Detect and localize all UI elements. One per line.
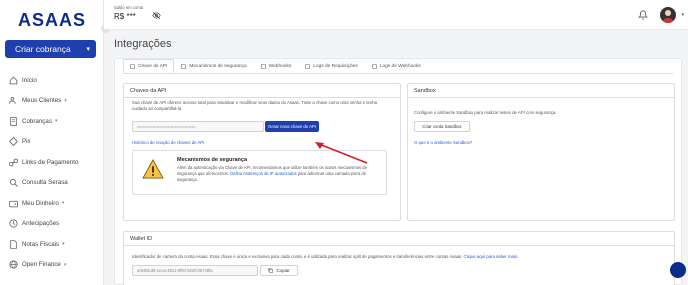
bell-icon[interactable] [638, 10, 648, 20]
warning-icon [142, 159, 164, 179]
wallet-id-card: Wallet ID Identificador de carteira da c… [123, 231, 675, 285]
clock-icon [9, 219, 18, 228]
sidebar-item-label: Links de Pagamento [22, 158, 79, 166]
sidebar: ASAAS Criar cobrança ▾ Início Meus Client… [0, 0, 104, 285]
sidebar-item-label: Meus Clientes [22, 97, 62, 105]
tab-logs-de-webhooks[interactable]: Logs de Webhooks [365, 59, 428, 73]
sidebar-item-notas-fiscais[interactable]: Notas Fiscais ▾ [0, 234, 104, 255]
help-chat-button[interactable] [670, 262, 686, 278]
tab-webhooks[interactable]: Webhooks [254, 59, 299, 73]
webhook-icon [260, 63, 266, 69]
sidebar-item-consulta-serasa[interactable]: Consulta Serasa [0, 173, 104, 194]
sidebar-item-label: Antecipações [22, 220, 60, 228]
api-key-field[interactable]: ••••••••••••••••••••••••••••••••••••••••… [132, 121, 264, 132]
create-charge-label: Criar cobrança [15, 44, 71, 54]
eye-off-icon[interactable] [152, 11, 161, 20]
sidebar-item-label: Meu Dinheiro [22, 199, 59, 207]
sidebar-item-open-finance[interactable]: Open Finance ▾ [0, 255, 104, 276]
globe-icon [9, 260, 18, 269]
asaas-logo[interactable]: ASAAS [18, 10, 88, 30]
chevron-down-icon: ▾ [54, 118, 58, 125]
sidebar-item-label: Início [22, 76, 37, 84]
tab-bar: Chave de API Mecanismos de segurança Webho… [123, 59, 428, 73]
sidebar-item-links-de-pagamento[interactable]: Links de Pagamento [0, 152, 104, 173]
wallet-id-heading: Wallet ID [124, 232, 674, 246]
sidebar-item-cobran-as[interactable]: Cobranças ▾ [0, 111, 104, 132]
users-icon [9, 96, 18, 105]
sidebar-item-meus-clientes[interactable]: Meus Clientes ▾ [0, 91, 104, 112]
copy-icon [268, 268, 274, 273]
page-title: Integrações [114, 38, 172, 50]
tab-label: Chave de API [138, 63, 168, 69]
sidebar-item-label: Cobranças [22, 117, 52, 125]
sidebar-item-in-cio[interactable]: Início [0, 70, 104, 91]
tab-chave-de-api[interactable]: Chave de API [123, 59, 175, 73]
tab-logs-de-requisi-es[interactable]: Logs de Requisições [298, 59, 365, 73]
wallet-learn-more-link[interactable]: Clique aqui para saber mais. [464, 254, 519, 259]
tab-label: Logs de Requisições [313, 63, 358, 69]
sidebar-item-label: Open Finance [22, 261, 61, 269]
avatar[interactable] [660, 7, 676, 23]
api-key-history-link[interactable]: Histórico de criação de chaves de API [132, 140, 204, 145]
log-icon [371, 63, 377, 69]
topbar: Saldo em conta R$ *** ▾ [104, 0, 688, 30]
log-icon [305, 63, 311, 69]
balance-value: R$ *** [114, 12, 136, 21]
tab-mecanismos-de-seguran-a[interactable]: Mecanismos de segurança [174, 59, 253, 73]
search-doc-icon [9, 178, 18, 187]
sidebar-item-antecipa-es[interactable]: Antecipações [0, 214, 104, 235]
invoice-icon [9, 116, 18, 126]
api-keys-heading: Chaves da API [124, 84, 400, 98]
wallet-icon [9, 199, 18, 208]
sandbox-info-link[interactable]: O que é o ambiente Sandbox? [414, 140, 472, 145]
annotation-arrow [315, 142, 368, 164]
create-charge-button[interactable]: Criar cobrança ▾ [5, 40, 96, 58]
wallet-id-description-text: Identificador de carteira da conta Asaas… [132, 254, 463, 259]
sidebar-item-pix[interactable]: Pix [0, 132, 104, 153]
sidebar-item-meu-dinheiro[interactable]: Meu Dinheiro ▾ [0, 193, 104, 214]
authorized-ip-link[interactable]: Defina endereços de IP autorizados [230, 171, 297, 176]
security-warning-title: Mecanismos de segurança [177, 157, 248, 163]
sandbox-card: Sandbox Configure o ambiente Sandbox par… [407, 83, 675, 221]
balance-label: Saldo em conta [114, 5, 144, 10]
chevron-down-icon: ▾ [61, 200, 65, 207]
sidebar-nav: Início Meus Clientes ▾ Cobranças ▾ Pix Links d… [0, 70, 104, 275]
chevron-down-icon: ▾ [86, 46, 90, 53]
wallet-id-field[interactable]: a0e88cd9-1eca-4811-8f00-92efc05748fa [132, 265, 258, 276]
copy-label: Copiar [276, 268, 290, 273]
home-icon [9, 76, 18, 85]
wallet-id-description: Identificador de carteira da conta Asaas… [132, 254, 518, 259]
sidebar-item-label: Notas Fiscais [22, 240, 60, 248]
tab-label: Webhooks [268, 63, 292, 69]
tabs-divider [123, 73, 673, 74]
tab-label: Logs de Webhooks [379, 63, 421, 69]
pix-icon [9, 137, 18, 147]
sidebar-item-label: Consulta Serasa [22, 179, 68, 187]
key-icon [130, 63, 135, 69]
api-keys-description: Sua chave de API oferece acesso total pa… [132, 100, 378, 112]
create-sandbox-button[interactable]: Criar conta Sandbox [414, 121, 470, 132]
sandbox-description: Configure o ambiente Sandbox para realiz… [414, 110, 557, 115]
generate-api-key-button[interactable]: Gerar nova chave de API [265, 121, 319, 132]
copy-wallet-id-button[interactable]: Copiar [260, 265, 298, 276]
integrations-panel: Chave de API Mecanismos de segurança Webho… [114, 58, 682, 285]
chevron-down-icon[interactable]: ▾ [681, 12, 684, 18]
chevron-down-icon: ▾ [64, 97, 67, 104]
shield-icon [181, 63, 187, 69]
sidebar-item-label: Pix [22, 138, 31, 146]
chevron-down-icon: ▾ [63, 261, 67, 268]
sandbox-heading: Sandbox [408, 84, 674, 98]
document-icon [9, 239, 18, 249]
link-icon [9, 158, 18, 167]
chevron-down-icon: ▾ [62, 241, 65, 248]
tab-label: Mecanismos de segurança [189, 63, 247, 69]
